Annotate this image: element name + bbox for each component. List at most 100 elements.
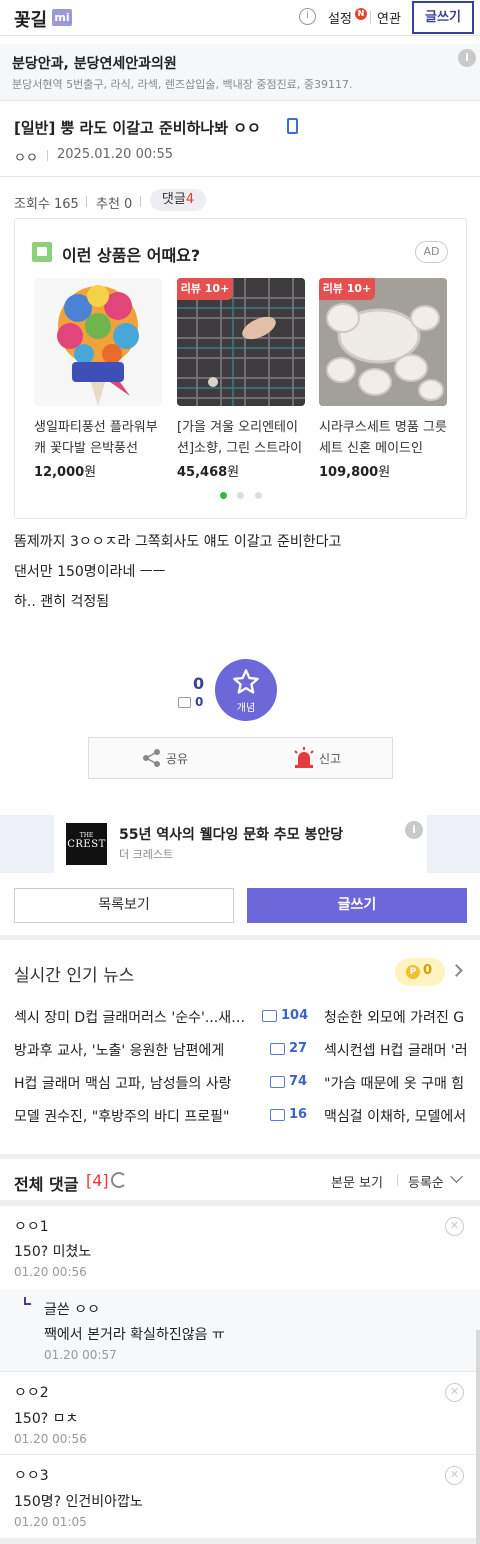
- product-name[interactable]: 생일파티풍선 플라워부캐 꽃다발 은박풍선: [34, 417, 162, 459]
- post-body-line: 똠제까지 3ㅇㅇㅈ라 그쪽회사도 얘도 이갈고 준비한다고: [14, 534, 342, 550]
- top-header: 꽃길 mi i 설정 N 연관 글쓰기: [0, 0, 480, 36]
- comment-count: 4: [185, 192, 195, 207]
- divider: [0, 176, 480, 177]
- clinic-ad-title: 분당안과, 분당연세안과의원: [12, 56, 177, 72]
- comment-date: 01.20 00:56: [14, 1432, 87, 1446]
- comment-date: 01.20 00:56: [14, 1265, 87, 1279]
- product-price: 109,800원: [319, 461, 390, 480]
- price-value: 45,468: [177, 465, 228, 480]
- meta-divider: [47, 150, 48, 161]
- recommend-star-button[interactable]: 개념: [215, 659, 277, 721]
- carousel-dot[interactable]: [255, 492, 262, 499]
- product-image-balloon[interactable]: [34, 278, 162, 406]
- news-item[interactable]: H컵 글래머 맥심 고파, 남성들의 사랑: [14, 1073, 256, 1093]
- reply-text: 짹에서 본거라 확실하진않음 ㅠ: [44, 1327, 225, 1343]
- comment-author[interactable]: ㅇㅇ1: [14, 1216, 49, 1236]
- product-name[interactable]: 시라쿠스세트 명품 그릇세트 신혼 메이드인: [319, 417, 447, 459]
- meta-divider: [397, 1175, 398, 1186]
- comments-heading: 전체 댓글: [14, 1175, 79, 1194]
- comment-icon: [270, 1109, 285, 1121]
- shopping-icon: [32, 242, 52, 262]
- comments-count: [4]: [86, 1171, 109, 1190]
- price-unit: 원: [84, 465, 97, 480]
- mini-gallery-badge: mi: [52, 9, 72, 26]
- header-write-button[interactable]: 글쓰기: [412, 1, 474, 34]
- comment-icon: [270, 1043, 285, 1055]
- info-icon[interactable]: i: [299, 8, 316, 25]
- comment-author[interactable]: ㅇㅇ3: [14, 1465, 49, 1485]
- chevron-down-icon[interactable]: [450, 1170, 463, 1183]
- crest-ad-desc: 더 크레스트: [119, 848, 174, 861]
- comment-label: 댓글: [161, 192, 186, 207]
- news-heading: 실시간 인기 뉴스: [14, 966, 135, 986]
- news-item[interactable]: 섹시 장미 D컵 글래머러스 '순수'...새로운: [14, 1007, 256, 1027]
- news-comment-count: 104: [281, 1008, 309, 1023]
- points-badge[interactable]: P 0: [395, 958, 445, 986]
- delete-comment-icon[interactable]: ✕: [445, 1383, 464, 1402]
- ad-badge[interactable]: AD: [415, 241, 448, 263]
- view-body-link[interactable]: 본문 보기: [331, 1172, 383, 1191]
- reply-date: 01.20 00:57: [44, 1348, 117, 1362]
- chevron-right-icon[interactable]: [450, 964, 463, 977]
- news-item[interactable]: 섹시컨셉 H컵 글래머 '러: [324, 1040, 480, 1060]
- news-item[interactable]: "가슴 때문에 옷 구매 힘: [324, 1073, 480, 1093]
- carousel-dot-active[interactable]: [220, 492, 227, 499]
- crest-logo-top: THE: [79, 832, 94, 839]
- fixed-count-icon: [178, 697, 191, 708]
- refresh-icon[interactable]: [111, 1172, 127, 1188]
- fixed-like-count: 0: [195, 695, 204, 709]
- section-divider: [0, 1200, 480, 1206]
- meta-divider: [140, 196, 141, 207]
- share-button[interactable]: 공유: [166, 750, 188, 767]
- divider: [0, 1371, 480, 1372]
- related-link[interactable]: 연관: [377, 8, 401, 27]
- news-comment-count: 16: [289, 1107, 308, 1122]
- like-count: 0: [193, 674, 205, 693]
- comment-text: 150? ㅁㅊ: [14, 1411, 79, 1427]
- reply-author[interactable]: 글쓴 ㅇㅇ: [44, 1299, 100, 1319]
- post-date: 2025.01.20 00:55: [57, 147, 174, 162]
- ad-info-icon[interactable]: i: [458, 49, 476, 67]
- news-comment-count: 74: [289, 1074, 308, 1089]
- news-item[interactable]: 맥심걸 이채하, 모델에서: [324, 1106, 480, 1126]
- share-report-bar: 공유 신고: [88, 737, 393, 779]
- section-divider: [0, 1154, 480, 1159]
- section-divider: [0, 1538, 480, 1544]
- review-tag: 리뷰 10+: [319, 278, 375, 300]
- comment-text: 150? 미쳤노: [14, 1244, 92, 1260]
- news-item[interactable]: 방과후 교사, '노출' 응원한 남편에게: [14, 1040, 256, 1060]
- post-author[interactable]: ㅇㅇ: [14, 147, 38, 166]
- news-item[interactable]: 청순한 외모에 가려진 G: [324, 1007, 480, 1027]
- divider: [0, 1454, 480, 1455]
- comment-author[interactable]: ㅇㅇ2: [14, 1382, 49, 1402]
- mobile-icon: [287, 118, 298, 134]
- product-name[interactable]: [가을 겨울 오리엔테이션]소향, 그린 스트라이프: [177, 417, 305, 459]
- comment-text: 150명? 인건비아깝노: [14, 1494, 143, 1510]
- scrollbar[interactable]: [476, 1330, 480, 1544]
- gallery-logo[interactable]: 꽃길: [14, 6, 47, 32]
- list-button[interactable]: 목록보기: [14, 888, 234, 923]
- comment-count-badge[interactable]: 댓글4: [150, 189, 206, 211]
- post-title: [일반] 뿡 라도 이갈고 준비하나봐 ㅇㅇ: [14, 119, 261, 137]
- post-body-line: 하.. 괜히 걱정됨: [14, 594, 110, 610]
- clinic-ad-banner[interactable]: 분당안과, 분당연세안과의원 분당서현역 5번출구, 라식, 라섹, 렌즈삽입술…: [0, 44, 480, 101]
- write-button[interactable]: 글쓰기: [247, 888, 467, 923]
- carousel-dot[interactable]: [237, 492, 244, 499]
- product-price: 45,468원: [177, 461, 239, 480]
- delete-comment-icon[interactable]: ✕: [445, 1217, 464, 1236]
- view-count: 조회수 165: [14, 197, 79, 212]
- review-tag: 리뷰 10+: [177, 278, 233, 300]
- price-value: 109,800: [319, 465, 379, 480]
- news-item[interactable]: 모델 권수진, "후방주의 바디 프로필": [14, 1106, 256, 1126]
- settings-link[interactable]: 설정: [328, 8, 352, 27]
- ad-info-icon[interactable]: i: [405, 821, 423, 839]
- delete-comment-icon[interactable]: ✕: [445, 1466, 464, 1485]
- sort-select[interactable]: 등록순: [408, 1172, 444, 1191]
- share-icon: [143, 749, 160, 767]
- product-heading: 이런 상품은 어때요?: [62, 246, 201, 265]
- crest-ad-title: 55년 역사의 웰다잉 문화 추모 봉안당: [119, 827, 344, 843]
- crest-logo: THE CREST: [66, 823, 107, 865]
- report-button[interactable]: 신고: [319, 750, 341, 767]
- header-divider: [370, 11, 371, 24]
- comment-date: 01.20 01:05: [14, 1515, 87, 1529]
